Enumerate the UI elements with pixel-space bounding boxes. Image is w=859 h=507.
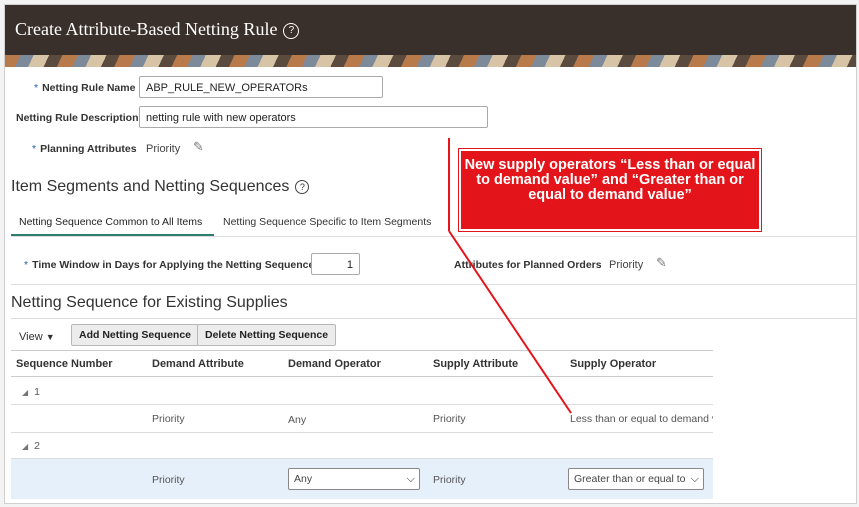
dialog-frame: Create Attribute-Based Netting Rule? * Ne… [4,4,857,504]
callout-annotation: New supply operators “Less than or equal… [458,148,762,232]
callout-arrow-line [448,138,572,414]
